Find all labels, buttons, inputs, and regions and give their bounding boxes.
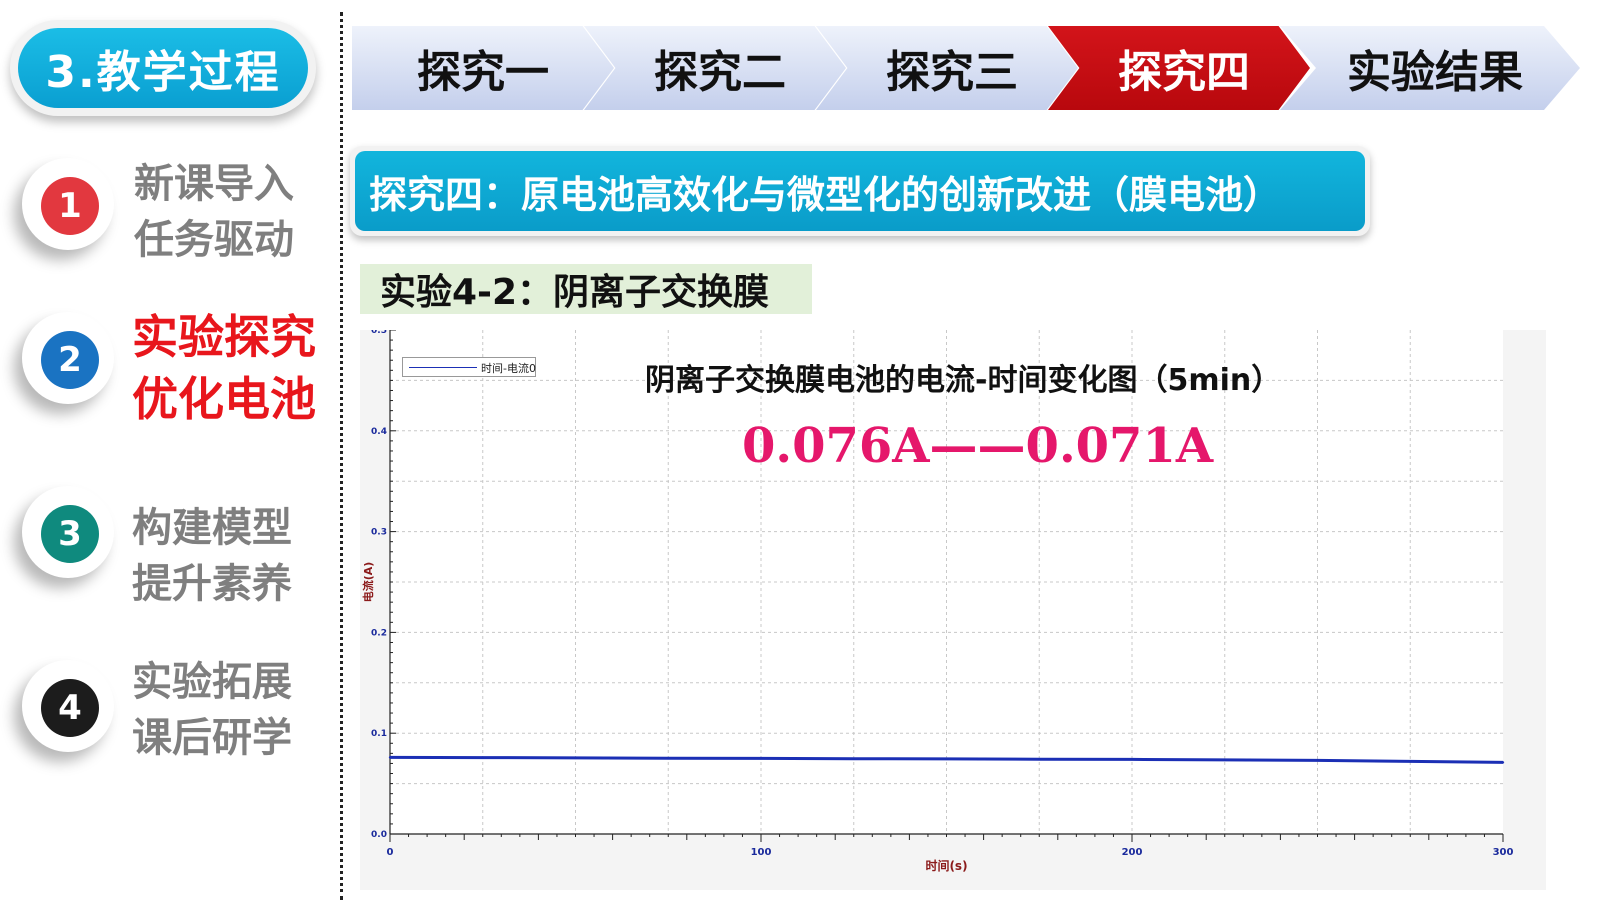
sidebar-item-label: 实验探究 优化电池 xyxy=(132,306,316,430)
sidebar-item-circle: 1 xyxy=(22,158,114,250)
series-point xyxy=(1501,761,1505,764)
topic-title: 探究四：原电池高效化与微型化的创新改进（膜电池） xyxy=(355,151,1365,231)
sidebar-item-4[interactable]: 4 实验拓展 课后研学 xyxy=(22,659,327,780)
y-axis-label: 电流(A) xyxy=(361,562,375,603)
current-time-chart: 0.0 0.1 0.2 0.3 0.4 0.5 0 100 200 300 时间(s) 电流(A) xyxy=(361,330,1514,873)
series-point xyxy=(1316,759,1319,762)
sidebar-item-number: 1 xyxy=(41,177,99,235)
series-point xyxy=(1223,758,1226,762)
y-tick-label: 0.3 xyxy=(371,528,387,538)
sidebar-item-number: 2 xyxy=(41,331,99,389)
y-tick-label: 0.0 xyxy=(371,830,387,840)
y-tick-label: 0.1 xyxy=(371,729,387,739)
sidebar-item-2[interactable]: 2 实验探究 优化电池 xyxy=(22,310,327,432)
chart-panel: 0.0 0.1 0.2 0.3 0.4 0.5 0 100 200 300 时间(s) 电流(A) xyxy=(360,330,1546,890)
series-point xyxy=(759,757,763,760)
step-tab-2[interactable]: 探究二 xyxy=(584,26,846,110)
chart-annotation: 0.076A——0.071A xyxy=(742,418,1214,474)
y-tick-label: 0.4 xyxy=(371,427,387,437)
x-tick-label: 0 xyxy=(387,847,394,858)
series-point xyxy=(667,756,670,760)
series-point xyxy=(1038,758,1041,761)
sidebar-item-label-line2: 任务驱动 xyxy=(134,217,294,263)
step-tab-4[interactable]: 探究四 xyxy=(1048,26,1310,110)
sidebar-item-3[interactable]: 3 构建模型 提升素养 xyxy=(22,486,327,607)
series-point xyxy=(481,756,484,759)
sidebar-item-label-line1: 构建模型 xyxy=(132,505,292,551)
section-badge: 3.教学过程 xyxy=(10,20,316,116)
sidebar-item-number: 3 xyxy=(41,505,99,563)
y-tick-label: 0.2 xyxy=(371,628,387,638)
sidebar-item-circle: 3 xyxy=(22,486,114,578)
x-tick-label: 300 xyxy=(1493,847,1514,858)
sidebar-item-circle: 4 xyxy=(22,660,114,752)
x-axis-label: 时间(s) xyxy=(925,858,967,873)
step-tab-3[interactable]: 探究三 xyxy=(816,26,1078,110)
series-point xyxy=(945,757,948,761)
series-point xyxy=(1130,758,1134,761)
sidebar-item-label-line1: 新课导入 xyxy=(134,161,294,207)
sidebar-item-label: 新课导入 任务驱动 xyxy=(134,156,294,268)
sidebar-item-label: 构建模型 提升素养 xyxy=(132,500,292,612)
series-point xyxy=(1409,760,1412,763)
step-tab-5[interactable]: 实验结果 xyxy=(1280,26,1580,110)
sidebar-divider xyxy=(340,12,343,900)
sidebar-item-number: 4 xyxy=(41,679,99,737)
sidebar-item-label-line1: 实验拓展 xyxy=(132,659,292,705)
sidebar-item-circle: 2 xyxy=(22,312,114,404)
sidebar-item-1[interactable]: 1 新课导入 任务驱动 xyxy=(22,158,327,278)
sidebar-item-label-line2: 课后研学 xyxy=(132,715,292,761)
series-point xyxy=(574,756,577,760)
series-point xyxy=(388,756,392,759)
experiment-label: 实验4-2：阴离子交换膜 xyxy=(360,264,812,314)
chart-legend: 时间-电流0 xyxy=(402,357,536,377)
sidebar-item-label-line2: 提升素养 xyxy=(132,561,292,607)
step-nav: 探究一 探究二 探究三 探究四 实验结果 xyxy=(352,26,1600,110)
section-title: 3.教学过程 xyxy=(18,28,308,108)
x-tick-label: 200 xyxy=(1122,847,1143,858)
chart-title: 阴离子交换膜电池的电流-时间变化图（5min） xyxy=(645,363,1282,398)
sidebar-item-label-line1: 实验探究 xyxy=(132,310,316,364)
sidebar-item-label: 实验拓展 课后研学 xyxy=(132,654,292,766)
x-tick-label: 100 xyxy=(751,847,772,858)
series-point xyxy=(852,757,855,760)
legend-series-swatch xyxy=(409,367,477,368)
sidebar-item-label-line2: 优化电池 xyxy=(132,372,316,426)
y-tick-label: 0.5 xyxy=(371,330,387,336)
topic-bar: 探究四：原电池高效化与微型化的创新改进（膜电池） xyxy=(350,146,1370,236)
legend-series-label: 时间-电流0 xyxy=(481,362,536,375)
step-tab-1[interactable]: 探究一 xyxy=(352,26,614,110)
